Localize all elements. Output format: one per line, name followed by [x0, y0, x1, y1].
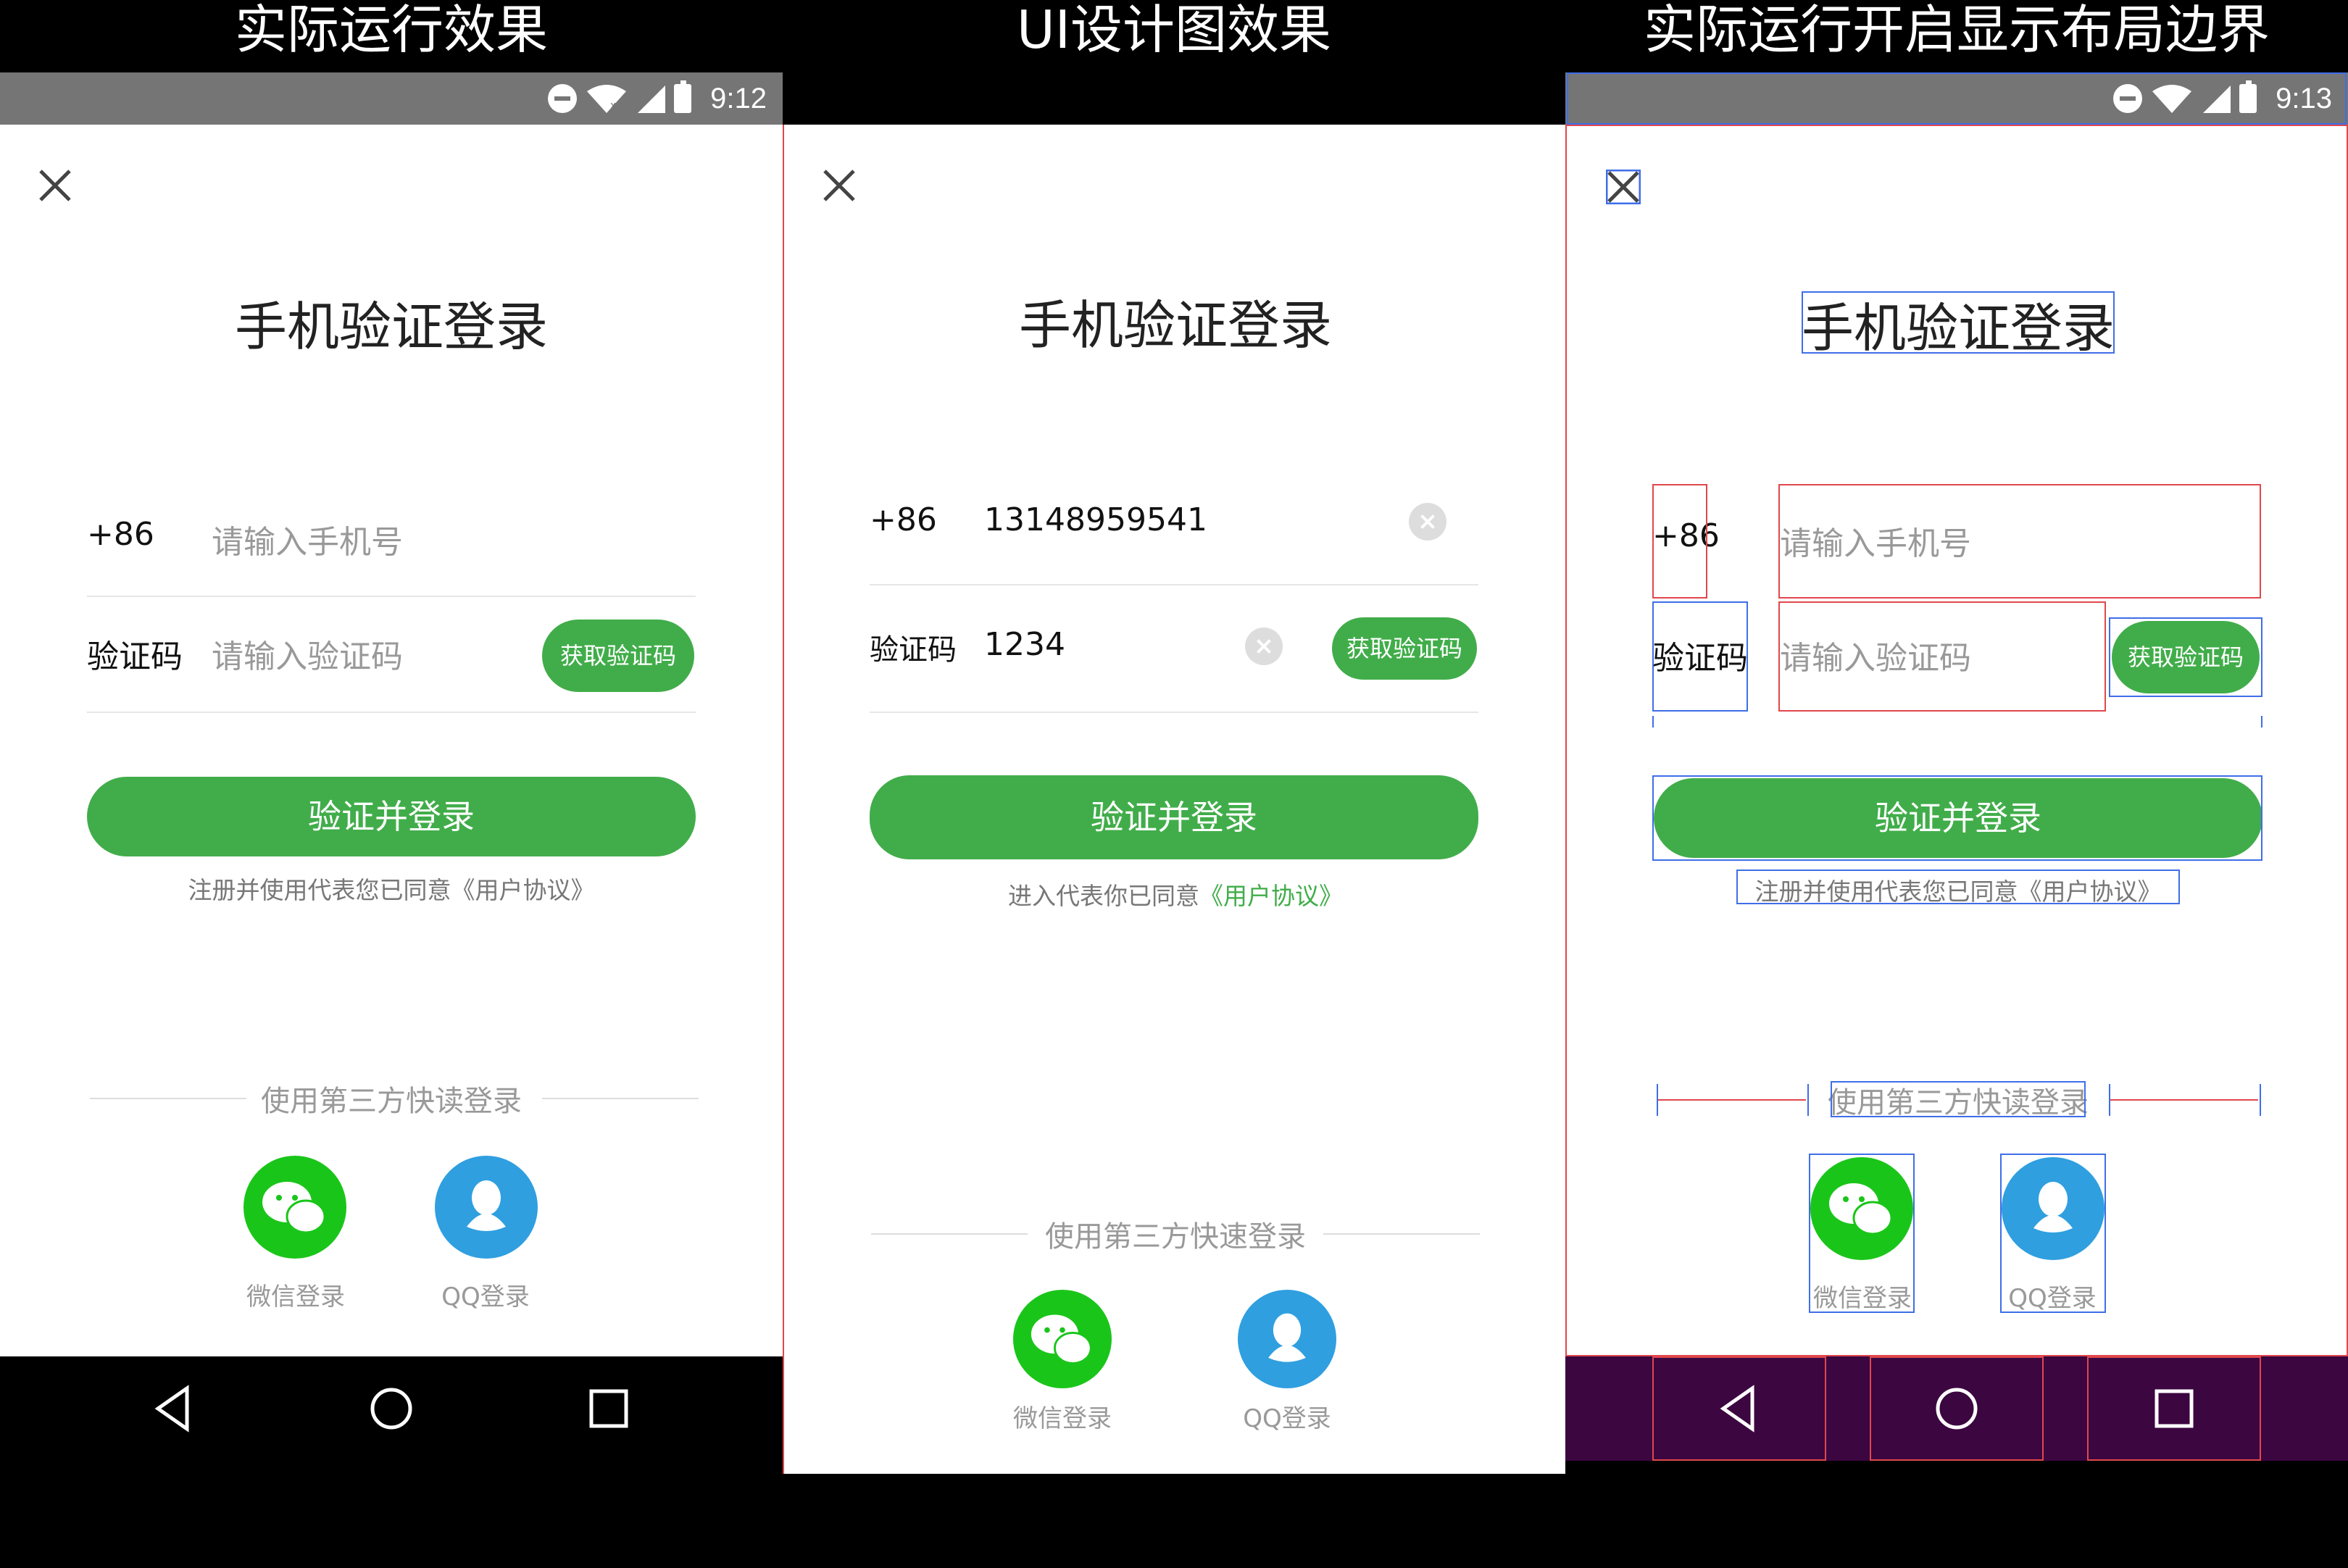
home-icon[interactable] [367, 1384, 416, 1433]
battery-charging-icon [674, 80, 692, 113]
qq-login-button[interactable] [435, 1156, 538, 1259]
back-icon[interactable] [149, 1384, 199, 1433]
qq-login-label: QQ登录 [441, 1283, 530, 1311]
login-screen: 手机验证登录 +86 请输入手机号 验证码 请输入验证码 获取验证码 验证并登录… [0, 125, 783, 1356]
code-input[interactable]: 请输入验证码 [212, 630, 403, 677]
country-code[interactable]: +86 [87, 516, 154, 553]
clear-phone-icon[interactable] [1409, 503, 1446, 541]
bounds-box [1736, 870, 2180, 904]
bounds-box [2109, 1084, 2261, 1116]
code-label: 验证码 [870, 633, 957, 667]
signal-icon [638, 86, 666, 113]
bounds-box [1778, 484, 2261, 599]
caption-layout-bounds: 实际运行开启显示布局边界 [1643, 0, 2270, 60]
wechat-login-label: 微信登录 [1013, 1404, 1112, 1433]
verify-login-button[interactable]: 验证并登录 [870, 775, 1478, 859]
wechat-icon [1031, 1314, 1092, 1364]
bounds-box [1802, 291, 2115, 354]
agreement-prefix: 进入代表你已同意 [1008, 882, 1199, 910]
bounds-box [1652, 601, 1748, 712]
bounds-box [1652, 716, 2262, 727]
phone-input[interactable]: 请输入手机号 [212, 516, 403, 562]
caption-runtime: 实际运行效果 [234, 0, 548, 60]
runtime-phone-panel: x 9:12 手机验证登录 +86 请输入手机号 验证码 请输入验证码 获取验证… [0, 72, 783, 1568]
bounds-box [1831, 1081, 2086, 1117]
wifi-icon: x [587, 85, 627, 113]
divider [870, 584, 1478, 585]
wechat-login-button[interactable] [243, 1156, 346, 1259]
agreement-link[interactable]: 《用户协议》 [1199, 882, 1343, 910]
agreement-text[interactable]: 注册并使用代表您已同意《用户协议》 [0, 871, 783, 906]
navigation-bar [0, 1356, 783, 1461]
agreement-text[interactable]: 进入代表你已同意《用户协议》 [784, 877, 1565, 912]
close-icon[interactable] [822, 168, 857, 203]
design-mock-panel: 手机验证登录 +86 13148959541 验证码 1234 获取验证码 验证… [783, 72, 1565, 1568]
divider [542, 1098, 699, 1099]
recents-icon[interactable] [2149, 1384, 2199, 1433]
page-title: 手机验证登录 [1018, 295, 1332, 356]
caption-design: UI设计图效果 [1017, 0, 1331, 60]
close-icon[interactable] [38, 168, 72, 203]
wechat-icon [262, 1182, 326, 1234]
login-screen: 手机验证登录 +86 请输入手机号 验证码 请输入验证码 获取验证码 验证并登录… [1565, 125, 2348, 1356]
verify-login-button[interactable]: 验证并登录 [87, 777, 696, 856]
recents-icon[interactable] [584, 1384, 633, 1433]
get-code-button[interactable]: 获取验证码 [1332, 617, 1477, 680]
wechat-login-button[interactable] [1013, 1290, 1112, 1388]
divider [87, 596, 696, 597]
country-code[interactable]: +86 [870, 501, 937, 538]
back-icon[interactable] [1715, 1384, 1764, 1433]
qq-login-label: QQ登录 [1243, 1404, 1331, 1433]
bounds-box [1652, 484, 1707, 599]
bounds-box [2000, 1154, 2106, 1313]
bounds-box [1652, 775, 2262, 861]
layout-bounds-panel: 9:13 手机验证登录 +86 请输入手机号 验证码 请输入验证码 获取验证码 … [1565, 72, 2348, 1568]
home-icon[interactable] [1932, 1384, 1981, 1433]
bounds-box [1567, 72, 2347, 125]
get-code-button[interactable]: 获取验证码 [542, 620, 694, 692]
design-screen: 手机验证登录 +86 13148959541 验证码 1234 获取验证码 验证… [783, 125, 1565, 1474]
code-label: 验证码 [87, 638, 183, 675]
divider [1323, 1233, 1480, 1235]
qq-penguin-icon [1268, 1313, 1306, 1362]
close-icon[interactable] [1606, 170, 1641, 204]
wechat-login-label: 微信登录 [246, 1283, 345, 1311]
divider [87, 712, 696, 713]
do-not-disturb-icon [548, 84, 578, 113]
phone-input[interactable]: 13148959541 [984, 501, 1207, 538]
bounds-box [1778, 601, 2106, 712]
status-time: 9:12 [710, 82, 767, 114]
qq-penguin-icon [467, 1180, 506, 1231]
clear-code-icon[interactable] [1245, 627, 1283, 665]
status-bar: 9:13 [1565, 72, 2348, 125]
page-title: 手机验证登录 [234, 296, 548, 357]
bounds-box [2109, 617, 2262, 697]
divider [870, 712, 1478, 713]
svg-text:x: x [610, 100, 616, 112]
bounds-box [1809, 1154, 1915, 1313]
navigation-bar [1565, 1356, 2348, 1461]
qq-login-button[interactable] [1238, 1290, 1336, 1388]
status-bar: x 9:12 [0, 72, 783, 125]
code-input[interactable]: 1234 [984, 626, 1065, 663]
